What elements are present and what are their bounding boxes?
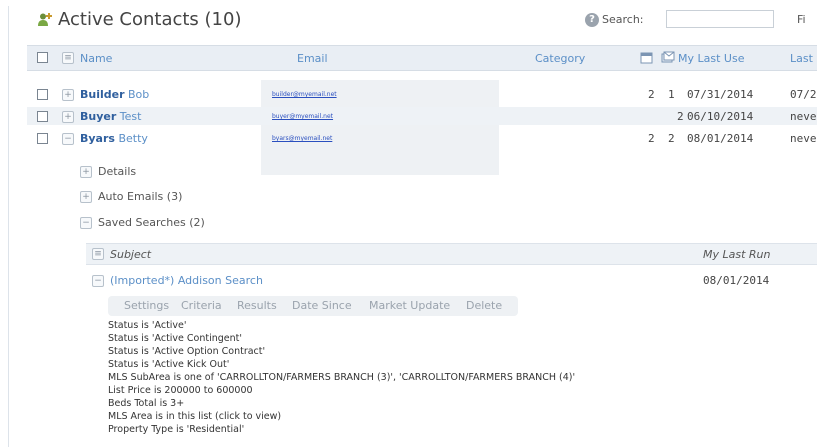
- contact-name[interactable]: Builder Bob: [80, 88, 149, 101]
- tab-results[interactable]: Results: [237, 299, 277, 312]
- contact-email[interactable]: builder@myemail.net: [272, 91, 337, 98]
- tab-date-since[interactable]: Date Since: [292, 299, 352, 312]
- tab-settings[interactable]: Settings: [124, 299, 169, 312]
- contact-name[interactable]: Byars Betty: [80, 132, 148, 145]
- column-name[interactable]: Name: [80, 52, 112, 65]
- column-options-icon[interactable]: ≡: [92, 248, 104, 260]
- tab-criteria[interactable]: Criteria: [181, 299, 222, 312]
- row-checkbox[interactable]: [37, 111, 48, 122]
- count-2: 1: [668, 88, 675, 101]
- page-title: Active Contacts (10): [58, 9, 242, 30]
- my-last-use-value: 08/01/2014: [687, 132, 754, 145]
- criteria-line: Status is 'Active Contingent': [108, 333, 243, 344]
- left-divider: [8, 6, 9, 447]
- tab-market-update[interactable]: Market Update: [369, 299, 450, 312]
- criteria-line: Status is 'Active Option Contract': [108, 346, 266, 357]
- plus-icon[interactable]: +: [80, 191, 92, 203]
- contact-last-name[interactable]: Bob: [128, 88, 149, 101]
- column-last[interactable]: Last: [790, 52, 813, 65]
- section-saved-searches[interactable]: Saved Searches (2): [98, 216, 205, 229]
- criteria-line[interactable]: MLS Area is in this list (click to view): [108, 411, 281, 422]
- column-my-last-use[interactable]: My Last Use: [678, 52, 744, 65]
- minus-icon[interactable]: −: [62, 133, 74, 145]
- row-checkbox[interactable]: [37, 133, 48, 144]
- section-details[interactable]: Details: [98, 165, 136, 178]
- count-1: 2: [648, 88, 655, 101]
- last-value: neve: [790, 132, 817, 145]
- tab-delete[interactable]: Delete: [466, 299, 502, 312]
- section-auto-emails[interactable]: Auto Emails (3): [98, 190, 182, 203]
- search-label: Search:: [602, 13, 644, 26]
- filter-label[interactable]: Fi: [797, 13, 806, 26]
- row-checkbox[interactable]: [37, 89, 48, 100]
- contact-email[interactable]: byars@myemail.net: [272, 135, 332, 142]
- plus-icon[interactable]: +: [80, 166, 92, 178]
- select-all-checkbox[interactable]: [37, 52, 48, 63]
- criteria-line: Beds Total is 3+: [108, 398, 185, 409]
- last-value: 07/2: [790, 88, 817, 101]
- my-last-use-value: 07/31/2014: [687, 88, 754, 101]
- search-input[interactable]: [666, 10, 774, 28]
- criteria-line: Status is 'Active': [108, 320, 187, 331]
- contact-name[interactable]: Buyer Test: [80, 110, 141, 123]
- column-subject[interactable]: Subject: [110, 248, 151, 261]
- contact-email[interactable]: buyer@myemail.net: [272, 113, 333, 120]
- criteria-line: List Price is 200000 to 600000: [108, 385, 253, 396]
- count-2: 2: [668, 132, 675, 145]
- count-1: 2: [648, 132, 655, 145]
- column-my-last-run[interactable]: My Last Run: [703, 248, 771, 261]
- plus-icon[interactable]: +: [62, 111, 74, 123]
- column-options-icon[interactable]: ≡: [62, 52, 74, 64]
- column-category[interactable]: Category: [535, 52, 585, 65]
- criteria-line: Property Type is 'Residential': [108, 424, 245, 435]
- count-2: 2: [677, 110, 684, 123]
- help-icon[interactable]: ?: [585, 13, 599, 27]
- saved-search-subject[interactable]: (Imported*) Addison Search: [110, 274, 263, 287]
- criteria-line: Status is 'Active Kick Out': [108, 359, 230, 370]
- last-value: neve: [790, 110, 817, 123]
- minus-icon[interactable]: −: [80, 217, 92, 229]
- contacts-add-icon: [37, 12, 53, 28]
- plus-icon[interactable]: +: [62, 89, 74, 101]
- contact-first-name[interactable]: Builder: [80, 88, 125, 101]
- contact-first-name[interactable]: Byars: [80, 132, 115, 145]
- criteria-line: MLS SubArea is one of 'CARROLLTON/FARMER…: [108, 372, 576, 383]
- minus-icon[interactable]: −: [92, 275, 104, 287]
- calendar-icon[interactable]: [640, 51, 653, 67]
- contact-first-name[interactable]: Buyer: [80, 110, 116, 123]
- contact-last-name[interactable]: Test: [120, 110, 142, 123]
- email-stack-icon[interactable]: [661, 51, 675, 67]
- contact-last-name[interactable]: Betty: [118, 132, 147, 145]
- saved-search-last-run: 08/01/2014: [703, 274, 770, 287]
- column-email[interactable]: Email: [297, 52, 328, 65]
- my-last-use-value: 06/10/2014: [687, 110, 754, 123]
